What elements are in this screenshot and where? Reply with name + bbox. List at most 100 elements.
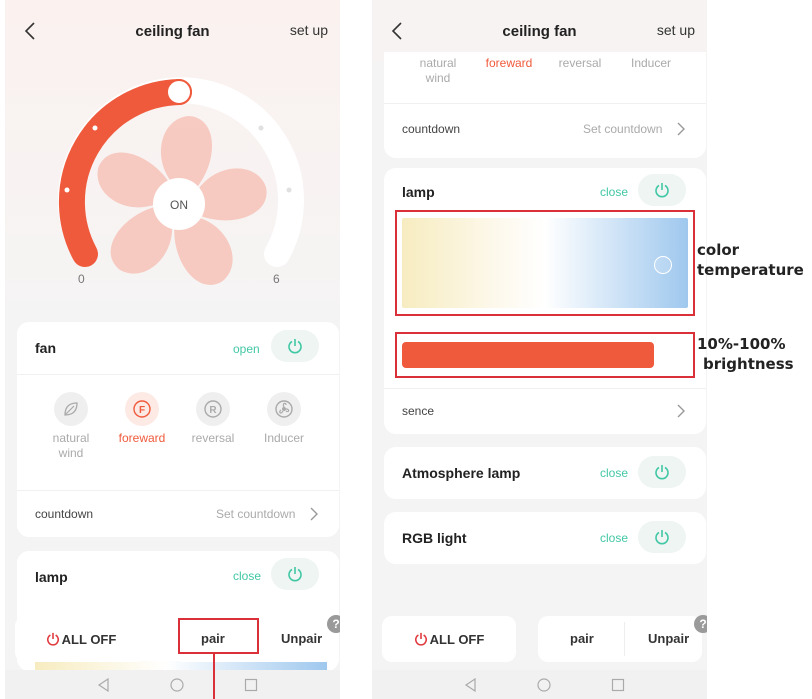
mode-reversal[interactable]: R reversal (183, 392, 243, 446)
svg-text:R: R (209, 405, 217, 416)
mode-foreward[interactable]: F foreward (112, 392, 172, 446)
power-icon (288, 567, 302, 582)
bottom-action-bar: ALL OFF pair Unpair ? (5, 610, 340, 666)
mode-label: Inducer (263, 431, 305, 445)
power-icon (414, 632, 427, 646)
annotation-line: 10%-100% (697, 335, 786, 353)
power-icon (655, 465, 669, 480)
mode-inducer[interactable]: Inducer (254, 392, 314, 446)
lamp-state: close (233, 569, 262, 583)
pair-button[interactable]: pair (570, 631, 594, 646)
power-icon (655, 530, 669, 545)
countdown-row[interactable]: countdown Set countdown (17, 491, 339, 537)
page-title: ceiling fan (502, 22, 577, 40)
mode-label: reversal (558, 56, 602, 70)
annotation-line: brightness (703, 355, 794, 373)
all-off-label: ALL OFF (61, 631, 117, 647)
pair-highlight-box (178, 618, 259, 654)
chevron-right-icon (677, 122, 685, 136)
mode-label: natural wind (419, 56, 457, 85)
nav-back-icon[interactable] (97, 678, 111, 692)
dial-handle[interactable] (166, 79, 192, 105)
sence-row[interactable]: sence (384, 389, 706, 434)
power-icon (655, 183, 669, 198)
fan-title: fan (35, 340, 56, 356)
countdown-value: Set countdown (216, 507, 296, 521)
all-off-button[interactable]: ALL OFF (15, 616, 147, 662)
fan-speed-dial[interactable]: ON 0 6 (45, 72, 315, 302)
dial-max-label: 6 (273, 272, 280, 286)
countdown-label: countdown (35, 507, 94, 521)
forward-f-icon: F (125, 392, 159, 426)
fan-power-button[interactable] (271, 330, 319, 362)
mode-reversal[interactable]: reversal (550, 56, 610, 71)
fan-blades-icon: ON (97, 116, 267, 285)
svg-text:F: F (139, 405, 145, 416)
brightness-highlight-box (395, 332, 695, 378)
mode-label: foreward (118, 431, 166, 445)
back-icon[interactable] (388, 20, 406, 42)
pair-unpair-group: pair Unpair (538, 616, 702, 662)
rgb-title: RGB light (402, 530, 467, 546)
dial-dot (258, 125, 264, 131)
dial-center-label: ON (170, 198, 188, 212)
left-phone-screen: ceiling fan set up ON 0 6 fan open natur… (5, 0, 340, 699)
header: ceiling fan set up (5, 0, 340, 62)
countdown-label: countdown (402, 122, 461, 136)
unpair-button[interactable]: Unpair (281, 631, 322, 646)
mode-label: foreward (485, 56, 533, 70)
fan-card: natural wind foreward reversal Inducer c… (384, 52, 706, 158)
leaf-icon (54, 392, 88, 426)
nav-home-icon[interactable] (537, 678, 551, 692)
dial-dot (64, 187, 70, 193)
dial-dot (286, 187, 292, 193)
color-temperature-highlight-box (395, 210, 695, 316)
brightness-annotation: 10%-100% brightness (697, 334, 794, 374)
atmosphere-lamp-card: Atmosphere lamp close (384, 447, 706, 499)
dial-min-label: 0 (78, 272, 85, 286)
nav-back-icon[interactable] (464, 678, 478, 692)
all-off-label: ALL OFF (429, 631, 485, 647)
fan-card: fan open natural wind F foreward R rever… (17, 322, 339, 537)
mode-natural-wind[interactable]: natural wind (41, 392, 101, 461)
countdown-row[interactable]: countdown Set countdown (384, 104, 706, 156)
sence-label: sence (402, 404, 435, 418)
mode-foreward[interactable]: foreward (479, 56, 539, 71)
countdown-value: Set countdown (583, 122, 663, 136)
nav-home-icon[interactable] (170, 678, 184, 692)
nav-recents-icon[interactable] (611, 678, 625, 692)
all-off-button[interactable]: ALL OFF (382, 616, 516, 662)
atmosphere-power-button[interactable] (638, 456, 686, 488)
nav-recents-icon[interactable] (244, 678, 258, 692)
lamp-title: lamp (402, 184, 435, 200)
mode-natural-wind[interactable]: natural wind (408, 56, 468, 86)
rgb-power-button[interactable] (638, 521, 686, 553)
rgb-light-card: RGB light close (384, 512, 706, 564)
unpair-button[interactable]: Unpair (648, 631, 689, 646)
color-temperature-annotation: color temperature (697, 240, 804, 280)
system-nav-bar (372, 670, 707, 699)
inducer-fan-icon (267, 392, 301, 426)
fan-state: open (233, 342, 260, 356)
mode-label: Inducer (630, 56, 672, 70)
lamp-power-button[interactable] (638, 174, 686, 206)
power-icon (288, 339, 302, 354)
rgb-state: close (600, 531, 629, 545)
mode-label: natural wind (52, 431, 90, 460)
setup-button[interactable]: set up (657, 22, 695, 38)
mode-label: reversal (191, 431, 235, 445)
lamp-title: lamp (35, 569, 68, 585)
mode-inducer[interactable]: Inducer (621, 56, 681, 71)
setup-button[interactable]: set up (290, 22, 328, 38)
back-icon[interactable] (21, 20, 39, 42)
lamp-power-button[interactable] (271, 558, 319, 590)
chevron-right-icon (310, 507, 318, 521)
page-title: ceiling fan (135, 22, 210, 40)
help-icon[interactable]: ? (694, 615, 707, 633)
system-nav-bar (5, 670, 340, 699)
reversal-r-icon: R (196, 392, 230, 426)
annotation-line: color (697, 241, 740, 259)
help-icon[interactable]: ? (327, 615, 340, 633)
dial-dot (92, 125, 98, 131)
lamp-state: close (600, 185, 629, 199)
